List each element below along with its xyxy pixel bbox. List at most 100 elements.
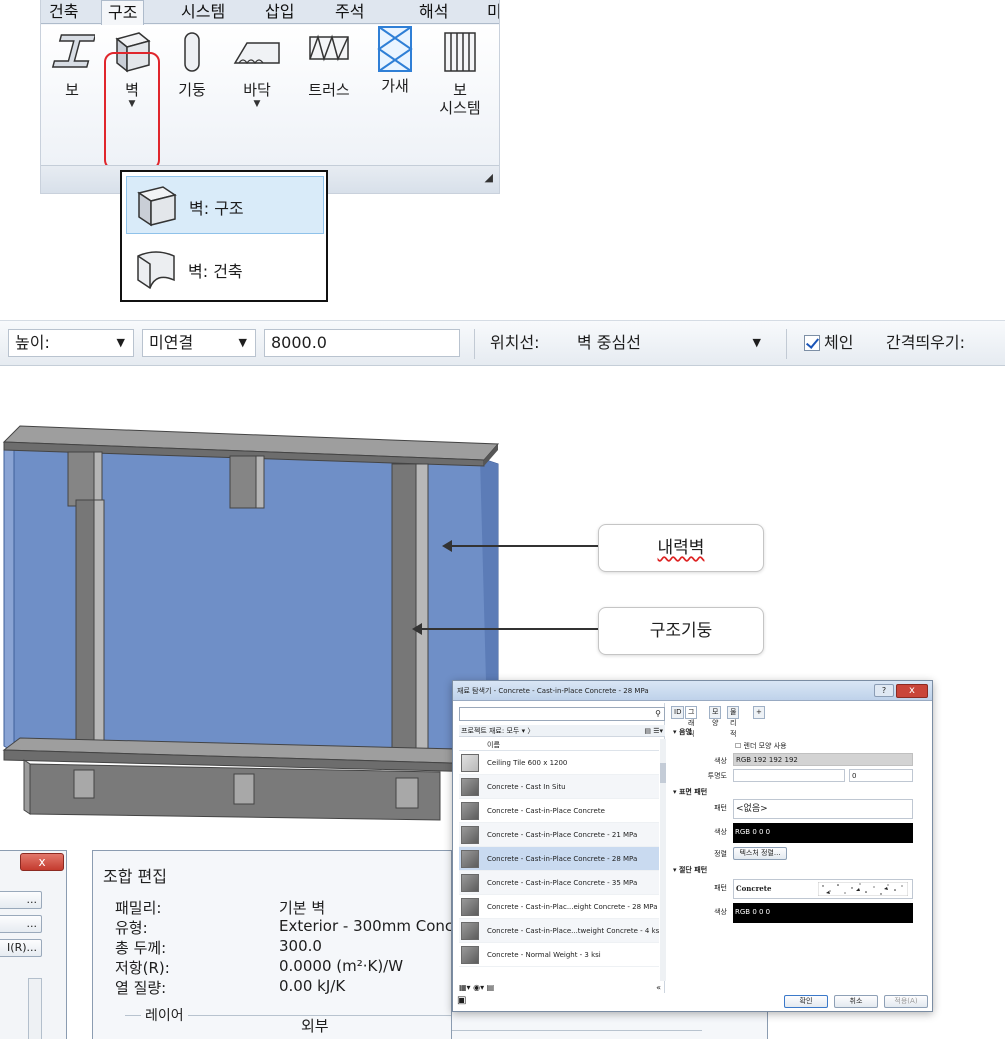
tab-more[interactable]: 미 — [481, 0, 499, 24]
chevron-down-icon: ▼ — [238, 336, 247, 349]
open-library-icon[interactable]: ▣ — [457, 995, 466, 1006]
list-item[interactable]: Ceiling Tile 600 x 1200 — [459, 751, 659, 775]
material-swatch — [461, 850, 479, 868]
material-name: Concrete - Cast-in-Place Concrete - 28 M… — [487, 855, 638, 863]
load-bearing-wall-text: 내력벽 — [657, 538, 705, 558]
tab-insert[interactable]: 삽입 — [259, 0, 300, 24]
transparency-slider[interactable] — [733, 769, 845, 782]
material-swatch — [461, 754, 479, 772]
thickness-label: 총 두께: — [115, 939, 167, 957]
create-material-icon[interactable]: ◉▾ — [473, 983, 484, 992]
surface-pattern-section[interactable]: ▾ 표면 패턴 — [673, 787, 707, 797]
tab-appearance[interactable]: 모양 — [709, 706, 722, 727]
list-header-name[interactable]: 이름 — [459, 739, 659, 751]
help-button[interactable]: ? — [874, 684, 894, 697]
texture-align-button[interactable]: 텍스처 정렬... — [733, 847, 787, 860]
type-value: Exterior - 300mm Concrete — [279, 917, 452, 935]
structural-column-shape — [391, 463, 417, 765]
tab-systems[interactable]: 시스템 — [175, 0, 231, 24]
close-button[interactable]: x — [20, 853, 64, 871]
cut-pattern-section[interactable]: ▾ 절단 패턴 — [673, 865, 707, 875]
floor-icon — [233, 42, 280, 65]
shading-color-label: 색상 — [714, 757, 727, 765]
tab-identity[interactable]: ID — [671, 706, 685, 719]
location-line-value: 벽 중심선 — [577, 333, 641, 352]
tab-graphics[interactable]: 그래픽 — [685, 706, 698, 738]
surface-color-field[interactable]: RGB 0 0 0 — [733, 823, 913, 843]
column-button[interactable]: 기둥 — [167, 29, 217, 99]
list-item[interactable]: Concrete - Cast-in-Place Concrete - 21 M… — [459, 823, 659, 847]
list-item[interactable]: Concrete - Cast In Situ — [459, 775, 659, 799]
location-line-select[interactable]: 벽 중심선 ▼ — [570, 329, 770, 357]
structural-column-callout: 구조기둥 — [598, 607, 764, 655]
dialog-button[interactable]: ... — [0, 891, 42, 909]
list-item[interactable]: Concrete - Cast-in-Plac...eight Concrete… — [459, 895, 659, 919]
panel-toggle-icon[interactable]: ▤ — [487, 983, 495, 992]
list-item[interactable]: Concrete - Cast-in-Place...tweight Concr… — [459, 919, 659, 943]
brace-button[interactable]: 가새 — [369, 25, 421, 95]
structural-3d-view[interactable] — [0, 420, 520, 840]
scrollbar[interactable] — [28, 978, 42, 1039]
cut-color-field[interactable]: RGB 0 0 0 — [733, 903, 913, 923]
ok-button[interactable]: 확인 — [784, 995, 828, 1008]
top-constraint-select[interactable]: 미연결 ▼ — [142, 329, 256, 357]
menu-item-structural-wall[interactable]: 벽: 구조 — [126, 176, 324, 234]
structural-wall-icon — [137, 186, 177, 227]
chain-checkbox[interactable] — [804, 335, 820, 351]
tab-structure[interactable]: 구조 — [101, 0, 145, 25]
beam-system-button[interactable]: 보 시스템 — [429, 29, 491, 117]
beam-button[interactable]: 보 — [45, 29, 99, 99]
height-value-input[interactable]: 8000.0 — [264, 329, 460, 357]
tab-architecture[interactable]: 건축 — [43, 0, 84, 24]
panel-launcher-icon[interactable]: ◢ — [485, 171, 493, 184]
project-materials-filter[interactable]: 프로젝트 재료: 모두 ▾ 〉 ▤ ☰▾ — [459, 725, 665, 737]
material-swatch — [461, 898, 479, 916]
column-label: 기둥 — [178, 81, 206, 99]
family-value: 기본 벽 — [279, 899, 326, 917]
close-button[interactable]: x — [896, 684, 928, 698]
dialog-button[interactable]: I(R)... — [0, 939, 42, 957]
menu-item-architectural-wall[interactable]: 벽: 건축 — [126, 240, 324, 298]
apply-button[interactable]: 적용(A) — [884, 995, 928, 1008]
shading-color-field[interactable]: RGB 192 192 192 — [733, 753, 913, 766]
family-label: 패밀리: — [115, 899, 162, 917]
thermal-mass-label: 열 질량: — [115, 979, 167, 997]
cut-pattern-field[interactable]: Concrete — [733, 879, 913, 899]
shading-section[interactable]: ▾ 음영 — [673, 727, 692, 737]
list-item-selected[interactable]: Concrete - Cast-in-Place Concrete - 28 M… — [459, 847, 659, 871]
search-input[interactable]: ⚲ — [459, 707, 665, 721]
library-tools: ▦▾ ◉▾ ▤ « — [459, 983, 665, 993]
truss-label: 트러스 — [308, 81, 350, 99]
render-appearance-checkbox[interactable]: ☐ 렌더 모양 사용 — [735, 741, 787, 751]
list-scrollbar[interactable] — [660, 739, 666, 981]
tab-analyze[interactable]: 해석 — [413, 0, 454, 24]
list-item[interactable]: Concrete - Normal Weight - 3 ksi — [459, 943, 659, 967]
scrollbar-thumb[interactable] — [660, 763, 666, 783]
view-options-icon[interactable]: ▤ ☰▾ — [644, 725, 663, 737]
add-tab-button[interactable]: + — [753, 706, 765, 719]
ribbon: 건축 구조 시스템 삽입 주석 해석 미 보 벽 ▼ — [40, 0, 500, 194]
layers-label: 레이어 — [141, 1005, 188, 1025]
collapse-icon[interactable]: « — [656, 983, 661, 992]
surface-pattern-field[interactable]: <없음> — [733, 799, 913, 819]
tab-annotate[interactable]: 주석 — [329, 0, 370, 24]
truss-button[interactable]: 트러스 — [299, 29, 359, 99]
partial-dialog: x ... ... I(R)... — [0, 850, 67, 1039]
cancel-button[interactable]: 취소 — [834, 995, 878, 1008]
floor-dropdown-arrow[interactable]: ▼ — [227, 99, 287, 109]
surface-pattern-title: 표면 패턴 — [678, 788, 708, 796]
height-mode-select[interactable]: 높이: ▼ — [8, 329, 134, 357]
material-name: Ceiling Tile 600 x 1200 — [487, 759, 568, 767]
tab-physical[interactable]: 물리적 — [727, 706, 740, 738]
library-icon[interactable]: ▦▾ — [459, 983, 471, 992]
options-bar: 높이: ▼ 미연결 ▼ 8000.0 위치선: 벽 중심선 ▼ 체인 간격띄우기… — [0, 320, 1005, 366]
list-item[interactable]: Concrete - Cast-in-Place Concrete - 35 M… — [459, 871, 659, 895]
load-bearing-wall-callout: 내력벽 — [598, 524, 764, 572]
floor-button[interactable]: 바닥 ▼ — [227, 29, 287, 109]
window-title: 재료 탐색기 - Concrete - Cast-in-Place Concre… — [457, 687, 649, 695]
wall-dropdown-menu: 벽: 구조 벽: 건축 — [120, 170, 328, 302]
search-icon: ⚲ — [655, 709, 661, 718]
transparency-value[interactable]: 0 — [849, 769, 913, 782]
dialog-button[interactable]: ... — [0, 915, 42, 933]
list-item[interactable]: Concrete - Cast-in-Place Concrete — [459, 799, 659, 823]
